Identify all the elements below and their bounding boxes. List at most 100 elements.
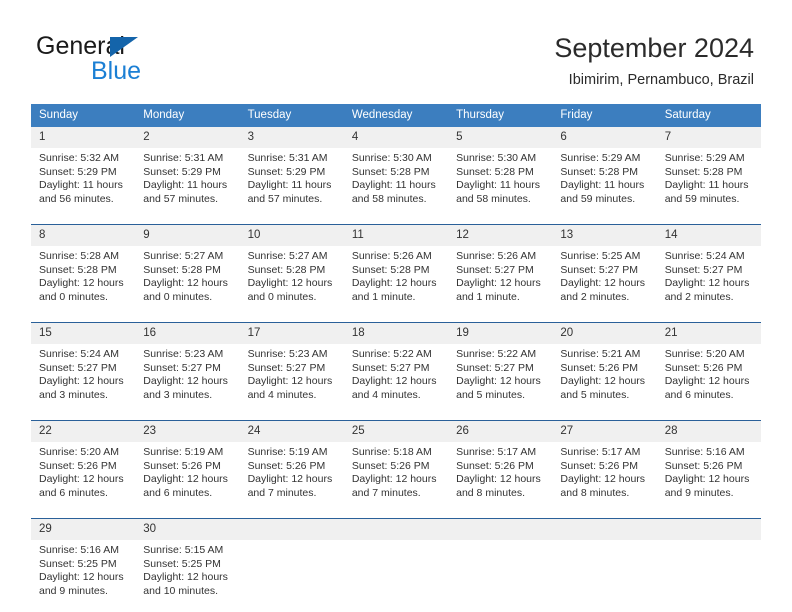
day-number[interactable]: 27	[552, 420, 657, 442]
day-number[interactable]	[656, 518, 761, 540]
day-number[interactable]: 28	[656, 420, 761, 442]
day-number[interactable]: 5	[448, 127, 553, 148]
day-daylight-text: Daylight: 12 hours	[351, 473, 437, 486]
day-number[interactable]: 9	[135, 224, 240, 246]
day-cell[interactable]: Sunrise: 5:26 AM Sunset: 5:28 PM Daylight:…	[343, 246, 449, 314]
day-cell[interactable]: Sunrise: 5:22 AM Sunset: 5:27 PM Daylight:…	[448, 344, 553, 412]
day-cell[interactable]: Sunrise: 5:19 AM Sunset: 5:26 PM Daylight:…	[239, 442, 344, 510]
day-number[interactable]	[239, 518, 344, 540]
day-cell[interactable]: Sunrise: 5:29 AM Sunset: 5:28 PM Daylight:…	[656, 148, 761, 216]
day-number[interactable]	[343, 518, 449, 540]
day-sunrise-text: Sunrise: 5:28 AM	[39, 250, 119, 262]
day-cell[interactable]: Sunrise: 5:24 AM Sunset: 5:27 PM Daylight:…	[656, 246, 761, 314]
day-sunrise-text: Sunrise: 5:18 AM	[351, 446, 432, 458]
day-cell[interactable]: Sunrise: 5:23 AM Sunset: 5:27 PM Daylight:…	[239, 344, 344, 412]
day-daylight-text: Daylight: 12 hours	[664, 277, 750, 290]
day-sunset-text: Sunset: 5:26 PM	[456, 459, 534, 472]
day-sunrise-text: Sunrise: 5:23 AM	[143, 348, 224, 360]
day-daylight-text: and 1 minute.	[351, 290, 416, 303]
day-number[interactable]: 18	[343, 322, 449, 344]
day-cell[interactable]: Sunrise: 5:16 AM Sunset: 5:26 PM Daylight:…	[656, 442, 761, 510]
day-cell[interactable]: Sunrise: 5:29 AM Sunset: 5:28 PM Daylight:…	[552, 148, 657, 216]
day-cell[interactable]: Sunrise: 5:31 AM Sunset: 5:29 PM Daylight:…	[135, 148, 240, 216]
day-cell[interactable]: Sunrise: 5:25 AM Sunset: 5:27 PM Daylight:…	[552, 246, 657, 314]
day-sunset-text: Sunset: 5:28 PM	[664, 165, 743, 178]
day-number[interactable]: 19	[448, 322, 553, 344]
day-cell[interactable]: Sunrise: 5:20 AM Sunset: 5:26 PM Daylight:…	[31, 442, 136, 510]
day-number[interactable]: 14	[656, 224, 761, 246]
day-cell[interactable]: Sunrise: 5:30 AM Sunset: 5:28 PM Daylight:…	[343, 148, 449, 216]
day-daylight-text: Daylight: 12 hours	[247, 473, 333, 486]
day-number[interactable]: 30	[135, 518, 240, 540]
week-detail-row: Sunrise: 5:32 AM Sunset: 5:29 PM Daylight:…	[31, 148, 761, 216]
day-number[interactable]: 2	[135, 127, 240, 148]
day-cell[interactable]: Sunrise: 5:17 AM Sunset: 5:26 PM Daylight:…	[552, 442, 657, 510]
day-daylight-text: and 9 minutes.	[664, 486, 734, 499]
day-sunrise-text: Sunrise: 5:22 AM	[351, 348, 432, 360]
day-daylight-text: Daylight: 12 hours	[664, 473, 750, 486]
brand-logo[interactable]: General Blue	[36, 34, 256, 90]
day-number[interactable]: 10	[239, 224, 344, 246]
day-sunset-text: Sunset: 5:29 PM	[143, 165, 221, 178]
day-cell[interactable]: Sunrise: 5:18 AM Sunset: 5:26 PM Daylight:…	[343, 442, 449, 510]
day-number[interactable]: 25	[343, 420, 449, 442]
day-number[interactable]	[552, 518, 657, 540]
day-number[interactable]: 23	[135, 420, 240, 442]
day-sunrise-text: Sunrise: 5:23 AM	[247, 348, 328, 360]
day-cell[interactable]: Sunrise: 5:30 AM Sunset: 5:28 PM Daylight:…	[448, 148, 553, 216]
page-subtitle: Ibimirim, Pernambuco, Brazil	[568, 72, 754, 88]
day-sunset-text: Sunset: 5:28 PM	[351, 263, 430, 276]
day-cell[interactable]: Sunrise: 5:31 AM Sunset: 5:29 PM Daylight:…	[239, 148, 344, 216]
day-sunrise-text: Sunrise: 5:26 AM	[456, 250, 537, 262]
day-number[interactable]	[448, 518, 553, 540]
day-sunset-text: Sunset: 5:28 PM	[560, 165, 639, 178]
day-number[interactable]: 3	[239, 127, 344, 148]
day-number[interactable]: 15	[31, 322, 136, 344]
day-number[interactable]: 1	[31, 127, 136, 148]
day-cell[interactable]: Sunrise: 5:32 AM Sunset: 5:29 PM Daylight:…	[31, 148, 136, 216]
weekday-header-monday: Monday	[135, 104, 240, 127]
day-cell[interactable]: Sunrise: 5:24 AM Sunset: 5:27 PM Daylight:…	[31, 344, 136, 412]
day-cell[interactable]: Sunrise: 5:21 AM Sunset: 5:26 PM Daylight:…	[552, 344, 657, 412]
day-cell[interactable]: Sunrise: 5:23 AM Sunset: 5:27 PM Daylight:…	[135, 344, 240, 412]
day-cell[interactable]: Sunrise: 5:15 AM Sunset: 5:25 PM Daylight:…	[135, 540, 240, 608]
day-daylight-text: and 8 minutes.	[456, 486, 526, 499]
day-daylight-text: and 57 minutes.	[143, 192, 218, 205]
day-number[interactable]: 13	[552, 224, 657, 246]
day-cell[interactable]: Sunrise: 5:17 AM Sunset: 5:26 PM Daylight:…	[448, 442, 553, 510]
day-daylight-text: and 7 minutes.	[351, 486, 421, 499]
day-cell[interactable]: Sunrise: 5:27 AM Sunset: 5:28 PM Daylight:…	[239, 246, 344, 314]
day-daylight-text: Daylight: 11 hours	[351, 179, 436, 192]
day-number[interactable]: 22	[31, 420, 136, 442]
day-sunrise-text: Sunrise: 5:19 AM	[143, 446, 224, 458]
day-sunset-text: Sunset: 5:28 PM	[39, 263, 117, 276]
day-number[interactable]: 29	[31, 518, 136, 540]
day-number[interactable]: 12	[448, 224, 553, 246]
day-number[interactable]: 26	[448, 420, 553, 442]
day-cell[interactable]: Sunrise: 5:20 AM Sunset: 5:26 PM Daylight:…	[656, 344, 761, 412]
day-daylight-text: Daylight: 12 hours	[456, 277, 541, 290]
day-daylight-text: and 1 minute.	[456, 290, 520, 303]
day-number[interactable]: 6	[552, 127, 657, 148]
day-sunrise-text: Sunrise: 5:31 AM	[143, 152, 224, 164]
week-detail-row: Sunrise: 5:20 AM Sunset: 5:26 PM Daylight:…	[31, 442, 761, 510]
day-cell[interactable]: Sunrise: 5:16 AM Sunset: 5:25 PM Daylight:…	[31, 540, 136, 608]
day-sunrise-text: Sunrise: 5:16 AM	[664, 446, 745, 458]
day-number[interactable]: 11	[343, 224, 449, 246]
day-cell[interactable]: Sunrise: 5:19 AM Sunset: 5:26 PM Daylight:…	[135, 442, 240, 510]
day-number[interactable]: 21	[656, 322, 761, 344]
day-daylight-text: Daylight: 12 hours	[560, 375, 646, 388]
day-sunset-text: Sunset: 5:26 PM	[39, 459, 117, 472]
day-cell[interactable]: Sunrise: 5:28 AM Sunset: 5:28 PM Daylight:…	[31, 246, 136, 314]
day-number[interactable]: 4	[343, 127, 449, 148]
day-number[interactable]: 7	[656, 127, 761, 148]
day-number[interactable]: 24	[239, 420, 344, 442]
day-number[interactable]: 17	[239, 322, 344, 344]
day-number[interactable]: 8	[31, 224, 136, 246]
day-number[interactable]: 20	[552, 322, 657, 344]
day-cell[interactable]: Sunrise: 5:22 AM Sunset: 5:27 PM Daylight:…	[343, 344, 449, 412]
day-cell[interactable]: Sunrise: 5:27 AM Sunset: 5:28 PM Daylight:…	[135, 246, 240, 314]
day-number[interactable]: 16	[135, 322, 240, 344]
day-cell[interactable]: Sunrise: 5:26 AM Sunset: 5:27 PM Daylight:…	[448, 246, 553, 314]
day-daylight-text: and 58 minutes.	[351, 192, 427, 205]
